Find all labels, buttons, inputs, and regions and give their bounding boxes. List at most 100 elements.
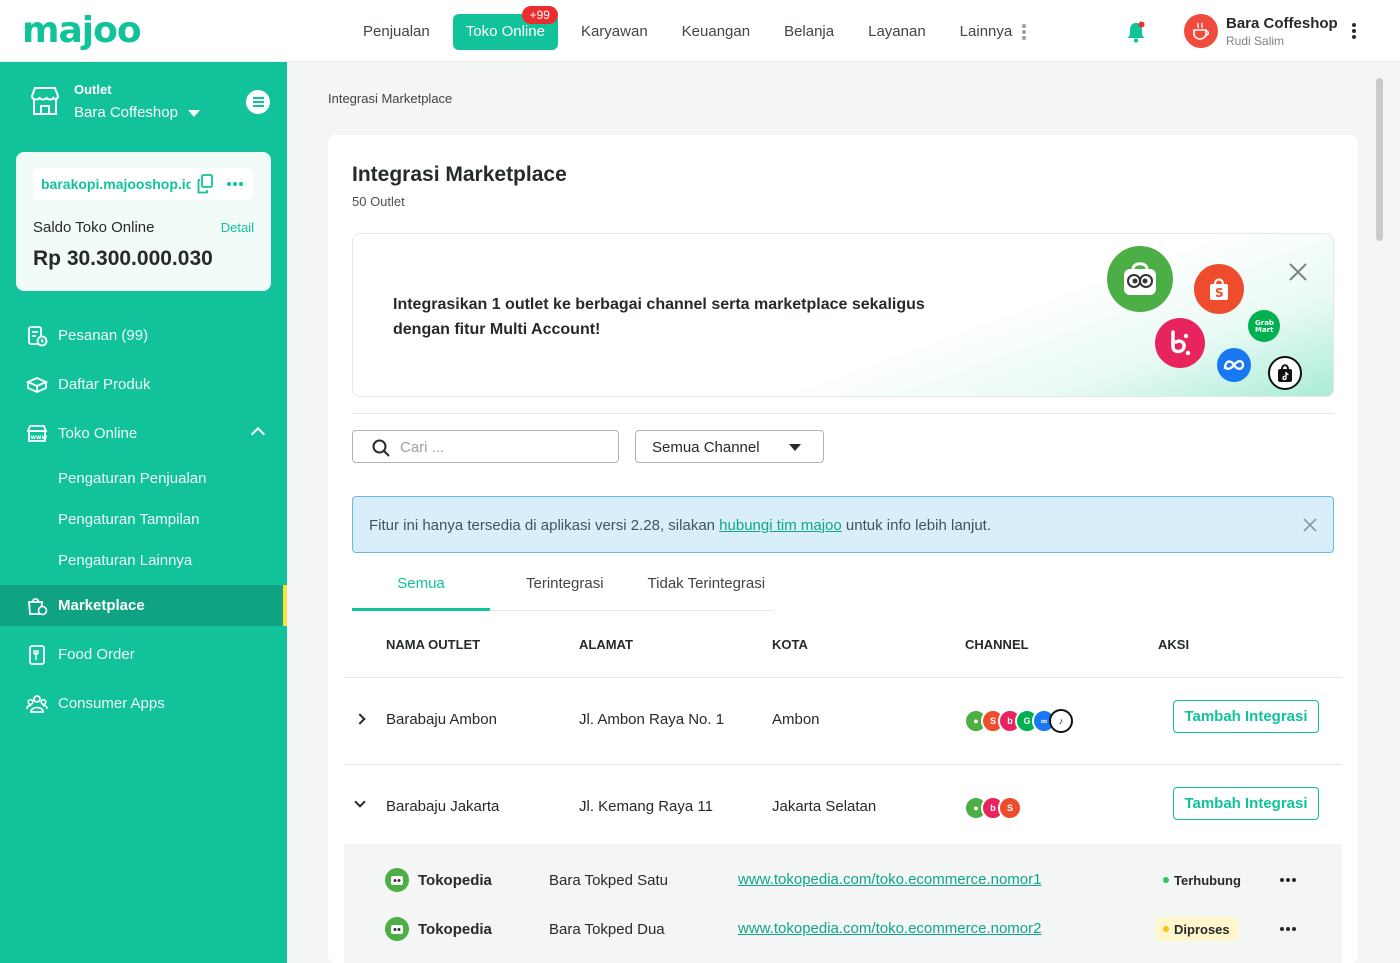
store-url-box: barakopi.majooshop.id <box>33 168 254 200</box>
order-icon <box>28 325 48 346</box>
nav-keuangan[interactable]: Keuangan <box>665 14 767 50</box>
top-nav: Penjualan Toko Online +99 Karyawan Keuan… <box>346 6 1044 50</box>
hamburger-menu-icon[interactable] <box>246 90 270 114</box>
alert-text-before: Fitur ini hanya tersedia di aplikasi ver… <box>369 517 720 534</box>
detail-link[interactable]: Detail <box>221 220 254 235</box>
store-url[interactable]: barakopi.majooshop.id <box>41 176 191 192</box>
integration-row: Tokopedia Bara Tokped Dua www.tokopedia.… <box>344 905 1342 954</box>
sidebar-subitem-pengaturan-tampilan[interactable]: Pengaturan Tampilan <box>0 499 287 540</box>
sidebar-item-toko-online[interactable]: www Toko Online <box>0 409 287 458</box>
majoo-logo[interactable]: majoo <box>22 10 142 51</box>
channel-select[interactable]: Semua Channel <box>635 430 824 463</box>
avatar <box>1184 14 1218 48</box>
svg-text:www: www <box>31 434 48 441</box>
outlet-selector[interactable]: Outlet Bara Coffeshop <box>28 82 273 142</box>
close-icon[interactable] <box>1287 261 1309 283</box>
nav-lainnya[interactable]: Lainnya <box>943 14 1044 50</box>
status-badge: Terhubung <box>1156 868 1249 892</box>
sidebar-item-daftar-produk[interactable]: Daftar Produk <box>0 360 287 409</box>
nav-karyawan[interactable]: Karyawan <box>564 14 665 50</box>
sidebar-menu: Pesanan (99) Daftar Produk www Toko Onli… <box>0 311 287 728</box>
page-title: Integrasi Marketplace <box>352 163 567 186</box>
sidebar-item-marketplace[interactable]: Marketplace <box>0 585 287 626</box>
tab-tidak-terintegrasi[interactable]: Tidak Terintegrasi <box>622 575 774 610</box>
svg-text:Mart: Mart <box>1255 326 1274 334</box>
nav-penjualan[interactable]: Penjualan <box>346 14 447 50</box>
scrollbar[interactable] <box>1376 78 1383 241</box>
chevron-up-icon[interactable] <box>250 426 266 442</box>
box-icon <box>26 376 48 393</box>
store-name: Bara Tokped Dua <box>549 921 665 938</box>
tiktok-logo-icon <box>1268 356 1302 390</box>
store-link[interactable]: www.tokopedia.com/toko.ecommerce.nomor2 <box>738 920 1041 937</box>
nav-belanja[interactable]: Belanja <box>767 14 851 50</box>
city-cell: Ambon <box>772 711 820 728</box>
nav-toko-online[interactable]: Toko Online +99 <box>452 6 558 50</box>
store-link[interactable]: www.tokopedia.com/toko.ecommerce.nomor1 <box>738 871 1041 888</box>
integration-list: Tokopedia Bara Tokped Satu www.tokopedia… <box>344 844 1342 963</box>
saldo-label: Saldo Toko Online <box>33 219 155 236</box>
nav-toko-online-label: Toko Online <box>465 23 545 40</box>
chevron-right-icon[interactable] <box>354 713 366 725</box>
outlet-count: 50 Outlet <box>352 194 405 209</box>
coffee-cup-icon <box>1193 22 1210 40</box>
sidebar-item-label: Marketplace <box>58 597 145 614</box>
toko-online-card: barakopi.majooshop.id Saldo Toko Online … <box>16 152 271 291</box>
food-menu-icon <box>29 644 45 665</box>
tab-terintegrasi[interactable]: Terintegrasi <box>490 575 622 610</box>
sidebar-subitem-pengaturan-penjualan[interactable]: Pengaturan Penjualan <box>0 458 287 499</box>
tokopedia-icon <box>385 917 409 941</box>
copy-icon[interactable] <box>196 174 214 194</box>
tambah-integrasi-button[interactable]: Tambah Integrasi <box>1173 700 1319 733</box>
sidebar-item-pesanan[interactable]: Pesanan (99) <box>0 311 287 360</box>
table-row: Barabaju Ambon Jl. Ambon Raya No. 1 Ambo… <box>344 679 1342 765</box>
col-kota: KOTA <box>772 637 808 652</box>
marketplace-bag-icon <box>28 597 48 615</box>
sidebar-item-label: Pesanan (99) <box>58 327 149 344</box>
sidebar-item-label: Consumer Apps <box>58 695 165 712</box>
channel-select-value: Semua Channel <box>652 439 760 456</box>
tambah-integrasi-button[interactable]: Tambah Integrasi <box>1173 787 1319 820</box>
tiktok-icon: ♪ <box>1049 709 1073 733</box>
breadcrumb: Integrasi Marketplace <box>328 91 453 106</box>
notification-badge: +99 <box>521 6 558 24</box>
filter-tabs: Semua Terintegrasi Tidak Terintegrasi <box>352 575 774 611</box>
col-nama-outlet: NAMA OUTLET <box>386 637 481 652</box>
more-horizontal-icon[interactable] <box>227 182 245 186</box>
search-input[interactable] <box>400 437 600 457</box>
svg-text:S: S <box>1215 286 1224 300</box>
contact-link[interactable]: hubungi tim majoo <box>719 517 842 534</box>
channel-name: Tokopedia <box>418 921 492 938</box>
tokopedia-icon <box>385 868 409 892</box>
sidebar-subitem-pengaturan-lainnya[interactable]: Pengaturan Lainnya <box>0 540 287 581</box>
outlet-name[interactable]: Bara Coffeshop <box>74 104 200 121</box>
blibli-logo-icon <box>1155 318 1205 368</box>
store-name: Bara Tokped Satu <box>549 872 668 889</box>
more-vertical-icon[interactable] <box>1351 21 1356 41</box>
search-icon <box>372 439 390 457</box>
nav-layanan[interactable]: Layanan <box>851 14 943 50</box>
chevron-down-icon[interactable] <box>354 796 366 808</box>
top-bar: majoo Penjualan Toko Online +99 Karyawan… <box>0 0 1400 62</box>
grabmart-logo-icon: Grab Mart <box>1248 310 1280 342</box>
integration-row: Tokopedia Bara Tokped Satu www.tokopedia… <box>344 856 1342 905</box>
bell-icon[interactable] <box>1125 20 1147 44</box>
profile-menu[interactable]: Bara Coffeshop Rudi Salim <box>1184 14 1356 48</box>
saldo-value: Rp 30.300.000.030 <box>33 247 213 270</box>
more-horizontal-icon[interactable] <box>1280 878 1298 882</box>
address-cell: Jl. Kemang Raya 11 <box>579 798 713 815</box>
caret-down-icon <box>187 109 200 117</box>
search-box[interactable] <box>352 430 619 463</box>
more-horizontal-icon[interactable] <box>1280 927 1298 931</box>
shopee-icon: S <box>998 796 1022 820</box>
close-icon[interactable] <box>1303 518 1317 532</box>
sidebar: Outlet Bara Coffeshop barakopi.majooshop… <box>0 62 287 963</box>
sidebar-item-consumer-apps[interactable]: Consumer Apps <box>0 679 287 728</box>
tab-semua[interactable]: Semua <box>352 575 490 611</box>
sidebar-item-food-order[interactable]: Food Order <box>0 630 287 679</box>
col-channel: CHANNEL <box>965 637 1029 652</box>
meta-logo-icon <box>1217 348 1251 382</box>
info-alert: Fitur ini hanya tersedia di aplikasi ver… <box>352 496 1334 553</box>
sidebar-item-label: Daftar Produk <box>58 376 151 393</box>
promo-banner: Integrasikan 1 outlet ke berbagai channe… <box>352 233 1334 397</box>
